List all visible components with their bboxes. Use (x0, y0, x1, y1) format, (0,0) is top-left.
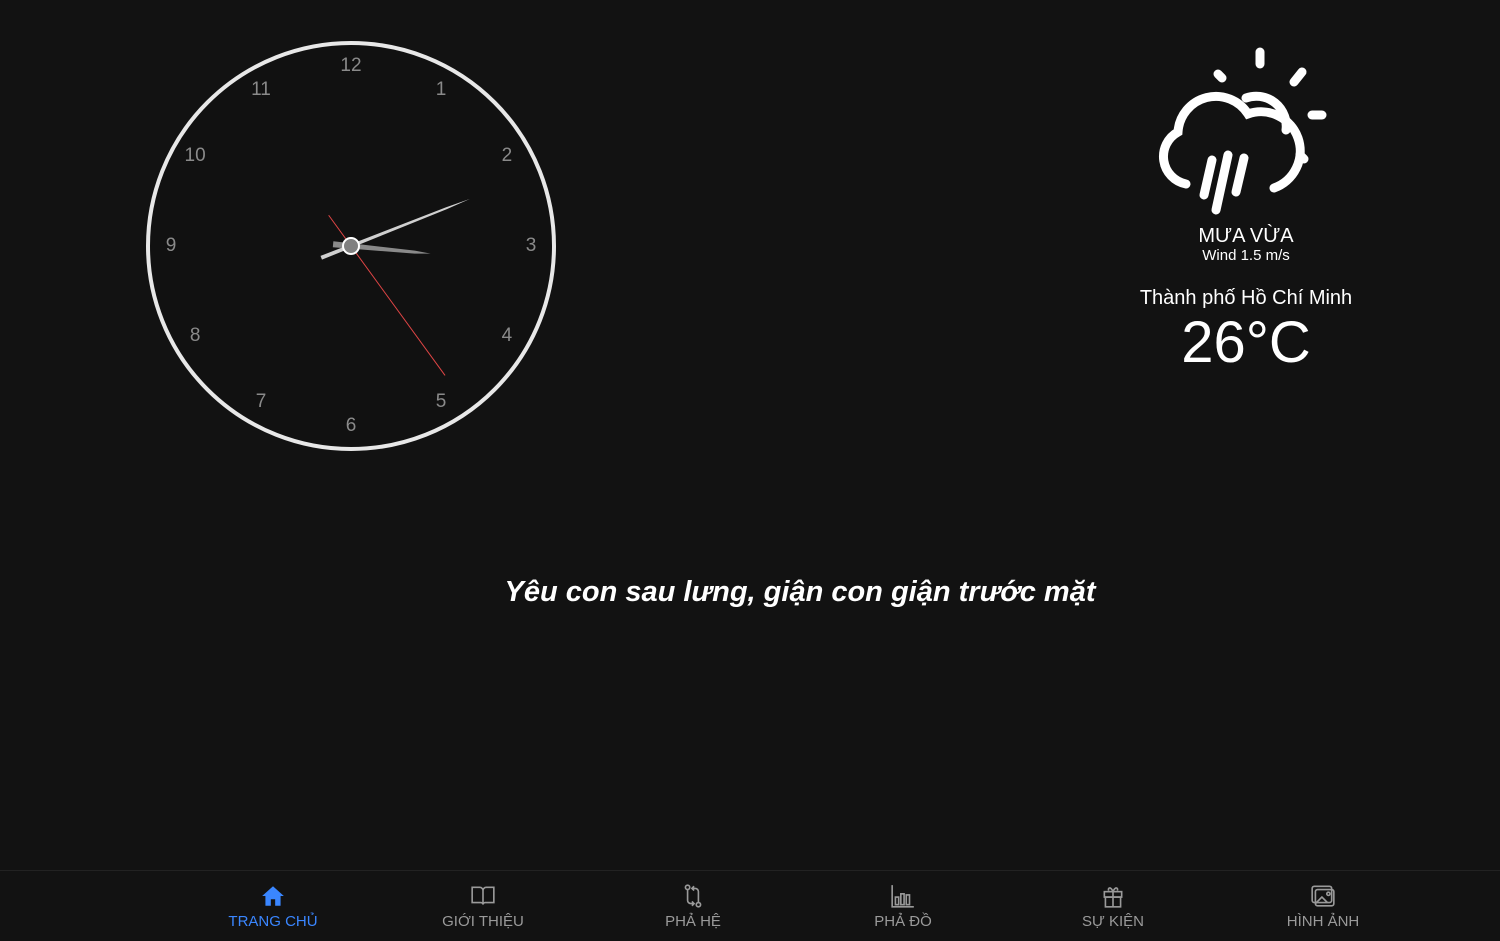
nav-label: TRANG CHỦ (228, 913, 318, 930)
clock-center-pin (342, 237, 360, 255)
nav-label: PHẢ HỆ (665, 913, 721, 930)
home-icon (262, 886, 284, 906)
cloud-rain-sun-icon (1158, 47, 1327, 215)
analog-clock: 12 1 2 3 4 5 6 7 8 9 10 11 (146, 41, 556, 451)
nav-label: HÌNH ẢNH (1286, 913, 1360, 930)
nav-item-su-kien[interactable]: SỰ KIỆN (1033, 883, 1193, 930)
bottom-nav: TRANG CHỦ GIỚI THIỆU PHẢ HỆ PHẢ ĐỒ SỰ KI… (0, 870, 1500, 941)
nav-label: PHẢ ĐỒ (874, 913, 932, 930)
git-compare-icon (684, 884, 702, 908)
gift-icon (1103, 887, 1123, 908)
clock-number: 6 (345, 415, 357, 436)
nav-label: SỰ KIỆN (1082, 913, 1144, 930)
wind-speed: Wind 1.5 m/s (1202, 247, 1290, 264)
clock-number: 9 (165, 235, 177, 256)
nav-item-pha-he[interactable]: PHẢ HỆ (613, 883, 773, 930)
nav-label: GIỚI THIỆU (442, 913, 524, 930)
book-icon (471, 886, 495, 905)
clock-number: 8 (189, 325, 201, 346)
clock-number: 1 (435, 79, 447, 101)
quote-text: Yêu con sau lưng, giận con giận trước mặ… (504, 576, 1096, 608)
weather-condition: MƯA VỪA (1198, 225, 1294, 247)
clock-number: 7 (255, 390, 267, 412)
clock-number: 10 (184, 145, 206, 166)
nav-item-hinh-anh[interactable]: HÌNH ẢNH (1243, 883, 1403, 930)
clock-number: 11 (251, 79, 271, 101)
clock-number: 2 (501, 145, 513, 166)
city-name: Thành phố Hồ Chí Minh (1139, 287, 1353, 309)
bar-chart-icon (891, 885, 914, 908)
clock-number: 3 (525, 235, 537, 256)
weather-widget: MƯA VỪA Wind 1.5 m/s Thành phố Hồ Chí Mi… (1130, 40, 1362, 373)
clock-number: 4 (501, 325, 513, 346)
images-icon (1311, 885, 1335, 907)
nav-item-trang-chu[interactable]: TRANG CHỦ (193, 883, 353, 930)
clock-number: 12 (340, 55, 362, 76)
clock-number: 5 (435, 390, 447, 412)
nav-item-gioi-thieu[interactable]: GIỚI THIỆU (403, 883, 563, 930)
temperature: 26°C (1181, 310, 1311, 375)
nav-item-pha-do[interactable]: PHẢ ĐỒ (823, 883, 983, 930)
